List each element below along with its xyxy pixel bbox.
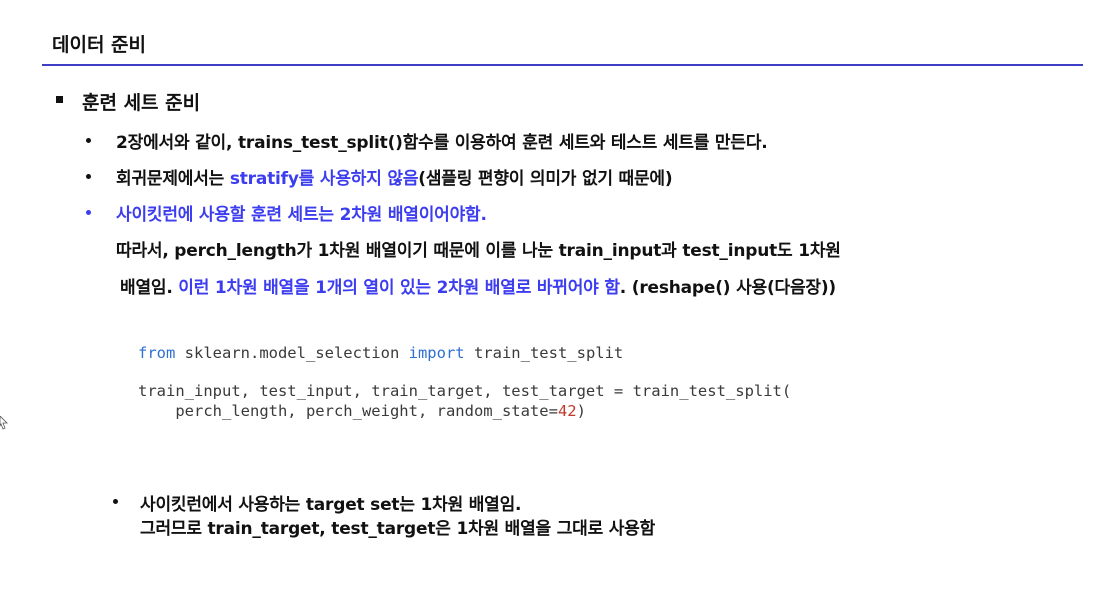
note-line-2: 그러므로 train_target, test_target은 1차원 배열을 … (140, 519, 656, 539)
bullet-dot-icon (86, 174, 91, 179)
bullet-text-3-cont2-start: 배열임. (120, 278, 179, 298)
code-close-paren: ) (576, 402, 586, 420)
bullet-text-3-cont2-highlight: 이런 1차원 배열을 1개의 열이 있는 2차원 배열로 바뀌어야 함 (178, 278, 620, 298)
bullet-text-3-continuation-2: 배열임. 이런 1차원 배열을 1개의 열이 있는 2차원 배열로 바뀌어야 함… (120, 273, 836, 298)
code-number: 42 (557, 402, 577, 420)
bullet-text-1: 2장에서와 같이, trains_test_split()함수를 이용하여 훈련… (116, 133, 768, 153)
code-module: sklearn.model_selection (175, 344, 409, 362)
bullet-text-3-cont2-end: . (reshape() 사용(다음장)) (619, 278, 836, 298)
bullet-text-2-end: (샘플링 편향이 의미가 없기 때문에) (418, 169, 673, 189)
title-divider (42, 64, 1083, 66)
mouse-cursor-icon (0, 416, 8, 430)
code-line-3: perch_length, perch_weight, random_state… (138, 402, 586, 420)
bullet-dot-icon (86, 138, 91, 143)
square-bullet-icon (56, 96, 63, 103)
code-keyword-import: import (408, 344, 465, 362)
note-line-1: 사이킷런에서 사용하는 target set는 1차원 배열임. (140, 495, 522, 515)
code-import-name: train_test_split (464, 344, 624, 362)
bullet-dot-icon (86, 210, 91, 215)
bullet-text-3: 사이킷런에 사용할 훈련 세트는 2차원 배열이어야함. (116, 205, 487, 225)
bullet-text-3-continuation-1: 따라서, perch_length가 1차원 배열이기 때문에 이를 나눈 tr… (116, 241, 841, 261)
code-line-1: from sklearn.model_selection import trai… (138, 344, 623, 362)
slide-title: 데이터 준비 (52, 34, 147, 56)
code-keyword-from: from (138, 344, 176, 362)
bullet-dot-icon (113, 499, 118, 504)
section-heading: 훈련 세트 준비 (82, 92, 201, 114)
bullet-text-2: 회귀문제에서는 stratify를 사용하지 않음(샘플링 편향이 의미가 없기… (116, 164, 673, 189)
code-args: perch_length, perch_weight, random_state… (138, 402, 558, 420)
bullet-text-2-highlight: stratify를 사용하지 않음 (229, 169, 419, 189)
code-line-2: train_input, test_input, train_target, t… (138, 382, 792, 400)
bullet-text-2-start: 회귀문제에서는 (116, 169, 230, 189)
